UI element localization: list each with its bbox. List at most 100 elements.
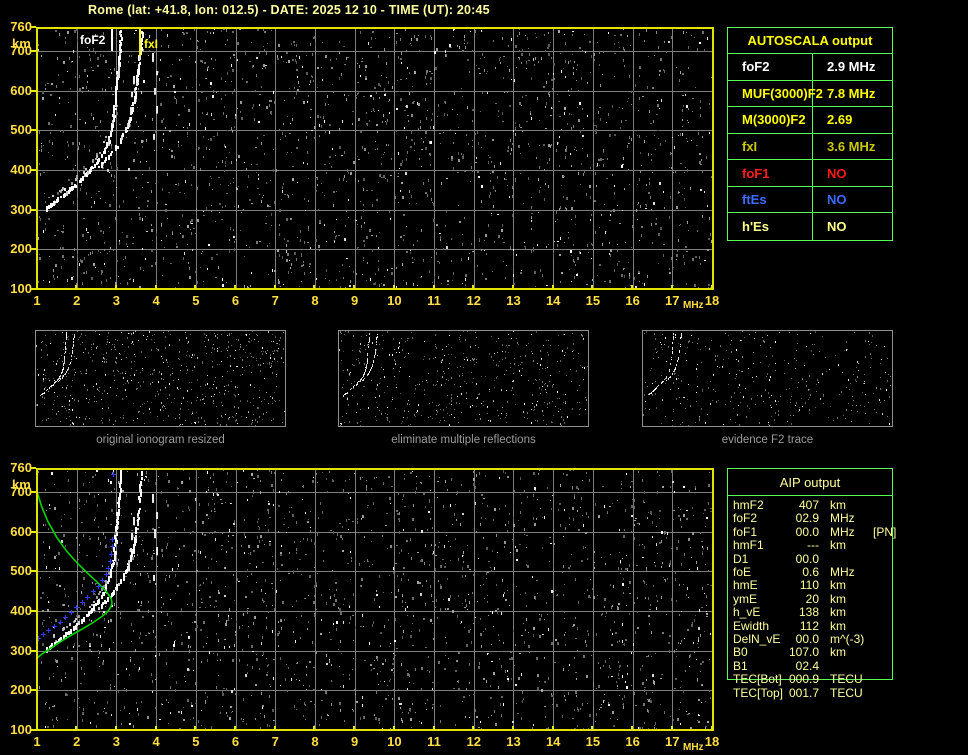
- fxi-marker-label: fxI: [144, 37, 159, 51]
- top-ionogram-plot: [36, 27, 714, 290]
- aip-param-value: 02.9: [795, 511, 819, 526]
- bottom-x-tick-label: 7: [271, 734, 279, 749]
- top-x-tick-label: 18: [704, 293, 720, 308]
- aip-row-TEC[Top]: TEC[Top] 001.7 TECU: [727, 685, 902, 700]
- autoscala-table: AUTOSCALA output foF2 2.9 MHz MUF(3000)F2 7…: [727, 27, 893, 241]
- aip-param-note: [863, 646, 902, 659]
- bottom-x-tick-label: 9: [351, 734, 359, 749]
- bottom-y-tick-mark: [31, 490, 36, 493]
- bottom-x-tick-label: 3: [112, 734, 121, 749]
- autoscala-param-label: foF1: [728, 160, 813, 186]
- aip-param-unit: MHz: [830, 565, 855, 580]
- aip-param-value: 02.4: [795, 658, 819, 673]
- aip-param-value: 138: [798, 605, 819, 620]
- aip-param-label: TEC[Bot]: [733, 672, 782, 687]
- bottom-x-tick-label: 1: [33, 734, 41, 749]
- autoscala-param-label: h'Es: [728, 213, 813, 240]
- aip-param-unit: m^(-3): [830, 632, 865, 647]
- bottom-y-tick-label: 600: [10, 523, 32, 539]
- aip-param-label: hmE: [733, 578, 758, 593]
- thumbnail-eliminate-reflections: [338, 330, 589, 427]
- top-x-tick-label: 4: [152, 293, 160, 308]
- autoscala-param-value: 2.9 MHz: [827, 59, 876, 75]
- aip-row-TEC[Bot]: TEC[Bot] 000.9 TECU: [727, 672, 902, 687]
- top-x-tick-label: 11: [427, 293, 441, 308]
- station-title: Rome (lat: +41.8, lon: 012.5) - DATE: 20…: [88, 3, 490, 17]
- top-x-tick-label: 13: [506, 293, 521, 308]
- top-x-tick-label: 10: [387, 293, 402, 308]
- bottom-y-tick-label: 200: [10, 682, 32, 698]
- aip-param-note: [863, 566, 902, 579]
- top-x-tick-label: 17: [665, 293, 680, 308]
- aip-param-unit: [819, 660, 863, 673]
- aip-param-label: DelN_vE: [733, 632, 781, 647]
- bottom-y-tick-mark: [31, 689, 36, 692]
- aip-param-unit: TECU: [830, 672, 863, 687]
- bottom-x-tick-label: 17: [665, 734, 680, 749]
- autoscala-param-value: NO: [827, 165, 847, 181]
- bottom-y-tick-label: 300: [10, 642, 32, 658]
- aip-param-note: [863, 633, 902, 646]
- bottom-x-tick-label: 10: [387, 734, 402, 749]
- bottom-y-tick-mark: [31, 467, 36, 469]
- aip-param-value: 20: [805, 591, 819, 606]
- aip-param-note: [863, 579, 902, 592]
- aip-param-note: [863, 512, 902, 525]
- aip-row-hmF2: hmF2 407 km: [727, 498, 902, 512]
- top-x-tick-label: 8: [311, 293, 319, 308]
- autoscala-param-label: ftEs: [728, 186, 813, 213]
- bottom-x-tick-label: 13: [506, 734, 521, 749]
- aip-param-label: D1: [733, 551, 749, 566]
- bottom-x-tick-label: 8: [311, 734, 319, 749]
- top-y-tick-label: 760: [10, 19, 32, 34]
- aip-param-value: 00.0: [795, 524, 819, 539]
- bottom-y-tick-mark: [31, 729, 36, 731]
- aip-param-label: B1: [733, 658, 748, 673]
- top-y-tick-label: 400: [10, 161, 32, 177]
- top-y-tick-mark: [31, 26, 36, 28]
- bottom-x-tick-label: 18: [704, 734, 720, 749]
- aip-param-note: [863, 687, 902, 700]
- aip-param-unit: km: [830, 578, 846, 593]
- top-x-tick-label: 16: [625, 293, 640, 308]
- top-x-tick-label: 1: [33, 293, 41, 308]
- top-y-tick-mark: [31, 129, 36, 132]
- top-y-tick-label: 600: [10, 82, 32, 98]
- aip-param-label: hmF1: [733, 538, 764, 553]
- aip-table: hmF2 407 km foF2 02.9 MHz foF1 00.0 MHz [PN] hmF1 -…: [727, 498, 902, 700]
- autoscala-row-foF1: foF1 NO: [728, 160, 892, 187]
- aip-param-label: foF1: [733, 524, 758, 539]
- aip-param-value: ---: [807, 538, 819, 553]
- aip-param-value: 001.7: [788, 685, 819, 700]
- autoscala-table-title: AUTOSCALA output: [728, 28, 892, 54]
- aip-param-value: 0.6: [802, 565, 819, 580]
- bottom-x-tick-label: 6: [231, 734, 240, 749]
- aip-param-label: foE: [733, 565, 752, 580]
- autoscala-param-value: 7.8 MHz: [827, 85, 876, 101]
- bottom-y-tick-mark: [31, 609, 36, 612]
- top-x-tick-label: 9: [351, 293, 359, 308]
- aip-row-Ewidth: Ewidth 112 km: [727, 618, 902, 633]
- top-y-tick-label: 700: [10, 42, 32, 58]
- aip-row-h_vE: h_vE 138 km: [727, 605, 902, 620]
- aip-param-unit: km: [830, 618, 846, 633]
- bottom-x-axis-unit: MHz: [683, 742, 704, 753]
- bottom-y-tick-label: 760: [10, 460, 32, 475]
- top-x-axis-unit: MHz: [683, 300, 704, 311]
- top-x-tick-label: 3: [112, 293, 121, 308]
- thumbnail-caption-original: original ionogram resized: [96, 434, 225, 446]
- aip-row-foF1: foF1 00.0 MHz [PN]: [727, 524, 902, 539]
- bottom-y-tick-label: 100: [10, 722, 32, 737]
- aip-row-B0: B0 107.0 km: [727, 645, 902, 660]
- autoscala-param-value: 3.6 MHz: [827, 138, 876, 154]
- aip-param-value: 000.9: [788, 672, 819, 687]
- autoscala-param-value: NO: [827, 192, 847, 208]
- aip-row-D1: D1 00.0: [727, 551, 902, 566]
- aip-param-unit: TECU: [830, 685, 863, 700]
- top-y-tick-mark: [31, 89, 36, 92]
- bottom-x-tick-label: 2: [73, 734, 81, 749]
- aip-param-unit: km: [830, 645, 846, 660]
- aip-row-ymE: ymE 20 km: [727, 591, 902, 606]
- aip-param-value: 107.0: [788, 645, 819, 660]
- aip-param-label: Ewidth: [733, 618, 770, 633]
